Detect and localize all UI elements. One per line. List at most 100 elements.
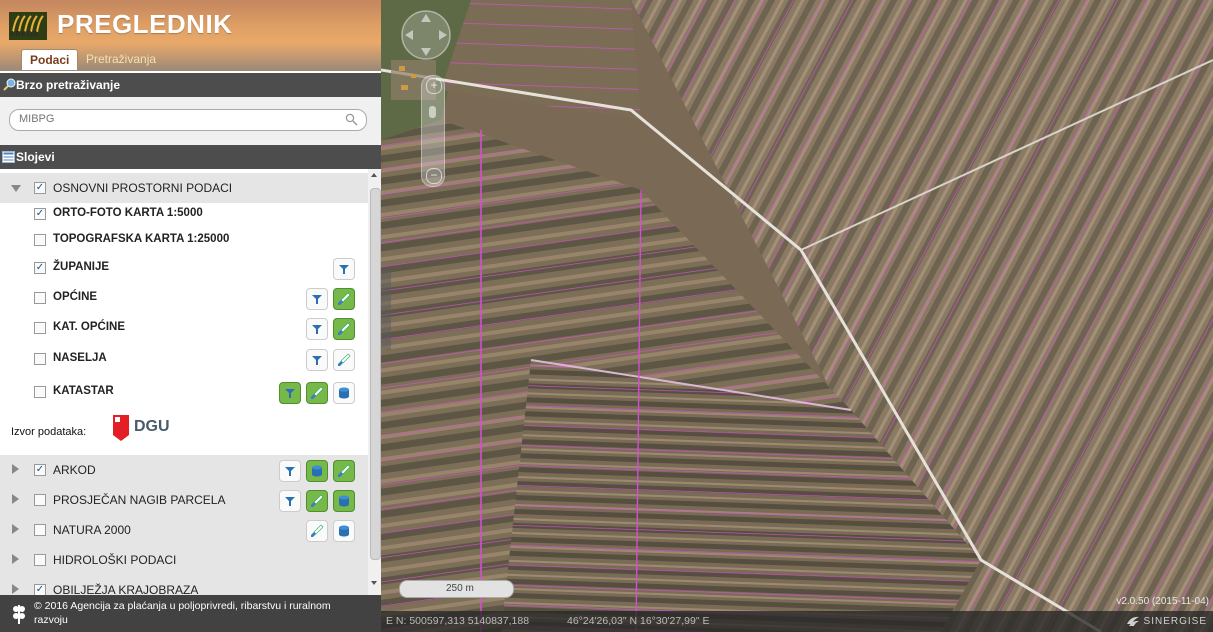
coordinate-status-bar: E N: 500597,313 5140837,188 46°24'26,03"… bbox=[381, 611, 1213, 632]
legend-button[interactable] bbox=[279, 490, 301, 512]
sinergise-label: SINERGISE bbox=[1143, 616, 1207, 627]
database-icon bbox=[339, 495, 349, 507]
layer-group-label: HIDROLOŠKI PODACI bbox=[53, 553, 177, 567]
legend-button[interactable] bbox=[306, 288, 328, 310]
layer-item-kat-opcine: KAT. OPĆINE bbox=[0, 313, 368, 343]
expand-arrow-icon[interactable] bbox=[12, 524, 19, 534]
legend-icon bbox=[312, 356, 322, 365]
sinergise-logo-icon bbox=[1126, 617, 1139, 627]
style-brush-button[interactable] bbox=[333, 460, 355, 482]
legend-icon bbox=[339, 265, 349, 274]
layer-group-hidroloski[interactable]: HIDROLOŠKI PODACI bbox=[0, 545, 368, 576]
layer-item-label: OPĆINE bbox=[53, 291, 98, 303]
layer-item-opcine: OPĆINE bbox=[0, 283, 368, 313]
layer-checkbox[interactable] bbox=[34, 234, 46, 246]
layer-group-label: PROSJEČAN NAGIB PARCELA bbox=[53, 493, 226, 507]
layer-checkbox[interactable] bbox=[34, 292, 46, 304]
database-icon bbox=[339, 525, 349, 537]
style-brush-button[interactable] bbox=[333, 288, 355, 310]
style-brush-button[interactable] bbox=[333, 318, 355, 340]
layer-group-arkod[interactable]: ✓ ARKOD bbox=[0, 455, 368, 486]
logo-text: ARKOD bbox=[10, 31, 39, 38]
layer-data-button[interactable] bbox=[306, 460, 328, 482]
layer-group-krajobraz[interactable]: ✓ OBILJEŽJA KRAJOBRAZA bbox=[0, 575, 368, 595]
layer-checkbox[interactable]: ✓ bbox=[34, 584, 46, 595]
scroll-down-icon[interactable] bbox=[371, 581, 377, 585]
app-title: PREGLEDNIK bbox=[57, 9, 233, 39]
layer-checkbox[interactable] bbox=[34, 494, 46, 506]
scroll-up-icon[interactable] bbox=[371, 173, 377, 177]
map-view[interactable]: + − 250 m v2.0.50 (2015-11-04) E N: 5005… bbox=[381, 0, 1213, 632]
layers-icon bbox=[2, 151, 15, 163]
layer-data-button[interactable] bbox=[333, 490, 355, 512]
style-brush-button[interactable] bbox=[333, 349, 355, 371]
layers-header[interactable]: Slojevi bbox=[0, 145, 381, 169]
layer-checkbox[interactable] bbox=[34, 524, 46, 536]
layer-item-label: ŽUPANIJE bbox=[53, 261, 110, 273]
version-label: v2.0.50 (2015-11-04) bbox=[1116, 596, 1209, 607]
layer-group-natura[interactable]: NATURA 2000 bbox=[0, 515, 368, 546]
zoom-control[interactable]: + − bbox=[421, 75, 445, 187]
brush-icon bbox=[311, 386, 324, 399]
legend-icon bbox=[285, 389, 295, 398]
layer-checkbox[interactable]: ✓ bbox=[34, 464, 46, 476]
layer-group-label: ARKOD bbox=[53, 463, 96, 477]
expand-arrow-icon[interactable] bbox=[11, 185, 21, 192]
layer-item-label: KAT. OPĆINE bbox=[53, 321, 125, 333]
layer-checkbox[interactable]: ✓ bbox=[34, 208, 46, 220]
app-header: ARKOD PREGLEDNIK Podaci Pretraživanja bbox=[0, 0, 381, 71]
legend-button[interactable] bbox=[279, 460, 301, 482]
expand-arrow-icon[interactable] bbox=[12, 464, 19, 474]
layer-checkbox[interactable]: ✓ bbox=[34, 182, 46, 194]
brush-icon bbox=[311, 494, 324, 507]
layer-tree: ✓ OSNOVNI PROSTORNI PODACI ✓ ORTO-FOTO K… bbox=[0, 169, 368, 595]
layer-data-button[interactable] bbox=[333, 520, 355, 542]
tab-podaci[interactable]: Podaci bbox=[21, 49, 79, 70]
search-icon[interactable] bbox=[345, 113, 358, 126]
expand-arrow-icon[interactable] bbox=[12, 584, 19, 594]
legend-button[interactable] bbox=[279, 382, 301, 404]
legend-button[interactable] bbox=[306, 349, 328, 371]
panel-collapse-handle[interactable] bbox=[381, 270, 391, 350]
legend-button[interactable] bbox=[306, 318, 328, 340]
layer-group-nagib[interactable]: PROSJEČAN NAGIB PARCELA bbox=[0, 485, 368, 516]
layer-checkbox[interactable] bbox=[34, 322, 46, 334]
search-input[interactable] bbox=[19, 113, 329, 125]
layer-item-naselja: NASELJA bbox=[0, 344, 368, 374]
coords-latlon: 46°24'26,03" N 16°30'27,99" E bbox=[567, 615, 710, 627]
layer-item-label: KATASTAR bbox=[53, 385, 114, 397]
legend-button[interactable] bbox=[333, 258, 355, 280]
source-label: Izvor podataka: bbox=[11, 426, 87, 438]
layer-item-label: TOPOGRAFSKA KARTA 1:25000 bbox=[53, 233, 230, 245]
brush-icon bbox=[338, 292, 351, 305]
layer-group-label: OSNOVNI PROSTORNI PODACI bbox=[53, 181, 233, 195]
brush-icon bbox=[338, 464, 351, 477]
quick-search-title: Brzo pretraživanje bbox=[16, 78, 121, 92]
style-brush-button[interactable] bbox=[306, 520, 328, 542]
legend-icon bbox=[285, 497, 295, 506]
layers-scrollbar[interactable] bbox=[368, 169, 381, 595]
pan-control-icon[interactable] bbox=[399, 8, 453, 62]
sinergise-brand: SINERGISE bbox=[1126, 611, 1207, 632]
layer-checkbox[interactable] bbox=[34, 353, 46, 365]
expand-arrow-icon[interactable] bbox=[12, 494, 19, 504]
tab-pretrazivanja[interactable]: Pretraživanja bbox=[78, 49, 164, 69]
zoom-in-button[interactable]: + bbox=[426, 78, 442, 94]
zoom-out-button[interactable]: − bbox=[426, 168, 442, 184]
layer-item-zupanije: ✓ ŽUPANIJE bbox=[0, 253, 368, 283]
zoom-slider-handle[interactable] bbox=[429, 106, 436, 118]
style-brush-button[interactable] bbox=[306, 382, 328, 404]
search-box[interactable] bbox=[9, 109, 367, 131]
search-area bbox=[0, 97, 381, 145]
layer-checkbox[interactable]: ✓ bbox=[34, 262, 46, 274]
scrollbar-thumb[interactable] bbox=[370, 188, 381, 560]
layer-item-katastar: KATASTAR bbox=[0, 377, 368, 407]
expand-arrow-icon[interactable] bbox=[12, 554, 19, 564]
layer-checkbox[interactable] bbox=[34, 386, 46, 398]
legend-icon bbox=[312, 295, 322, 304]
layer-checkbox[interactable] bbox=[34, 554, 46, 566]
layer-data-button[interactable] bbox=[333, 382, 355, 404]
style-brush-button[interactable] bbox=[306, 490, 328, 512]
layers-title: Slojevi bbox=[16, 150, 55, 164]
quick-search-header[interactable]: Brzo pretraživanje bbox=[0, 73, 381, 97]
